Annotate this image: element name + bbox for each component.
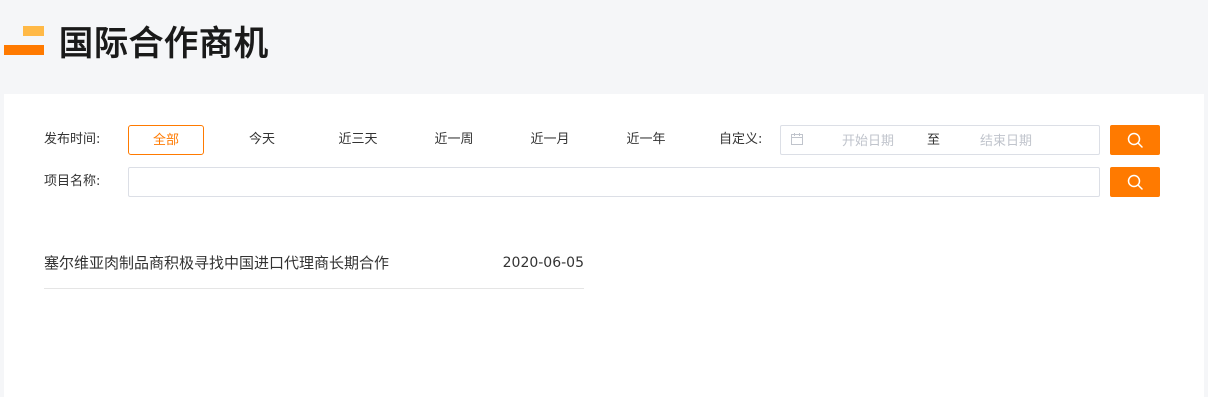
custom-range-label: 自定义: (719, 132, 763, 147)
list-item: 塞尔维亚肉制品商积极寻找中国进口代理商长期合作 2020-06-05 (44, 240, 584, 289)
filter-month-button[interactable]: 近一月 (512, 125, 588, 155)
project-name-input[interactable] (128, 167, 1100, 197)
page-title: 国际合作商机 (59, 24, 269, 64)
filter-3days-button[interactable]: 近三天 (320, 125, 396, 155)
filter-today-button[interactable]: 今天 (224, 125, 300, 155)
search-icon (1127, 132, 1143, 148)
publish-time-label: 发布时间: (44, 132, 101, 147)
project-name-label: 项目名称: (44, 174, 101, 189)
search-icon (1127, 174, 1143, 190)
start-date-input[interactable] (823, 132, 913, 150)
title-decoration-icon (4, 26, 44, 56)
page-header: 国际合作商机 (0, 0, 1208, 94)
filter-all-button[interactable]: 全部 (128, 125, 204, 155)
date-range-picker[interactable]: 至 (780, 125, 1100, 155)
list-item-title[interactable]: 塞尔维亚肉制品商积极寻找中国进口代理商长期合作 (44, 253, 389, 273)
end-date-input[interactable] (961, 132, 1051, 150)
content-panel: 发布时间: 全部 今天 近三天 近一周 近一月 近一年 自定义: 至 项目名称:… (4, 94, 1204, 397)
filter-week-button[interactable]: 近一周 (416, 125, 492, 155)
name-search-button[interactable] (1110, 167, 1160, 197)
date-separator: 至 (927, 133, 941, 148)
calendar-icon (791, 133, 803, 145)
date-search-button[interactable] (1110, 125, 1160, 155)
list-item-date: 2020-06-05 (502, 255, 584, 271)
filter-year-button[interactable]: 近一年 (608, 125, 684, 155)
